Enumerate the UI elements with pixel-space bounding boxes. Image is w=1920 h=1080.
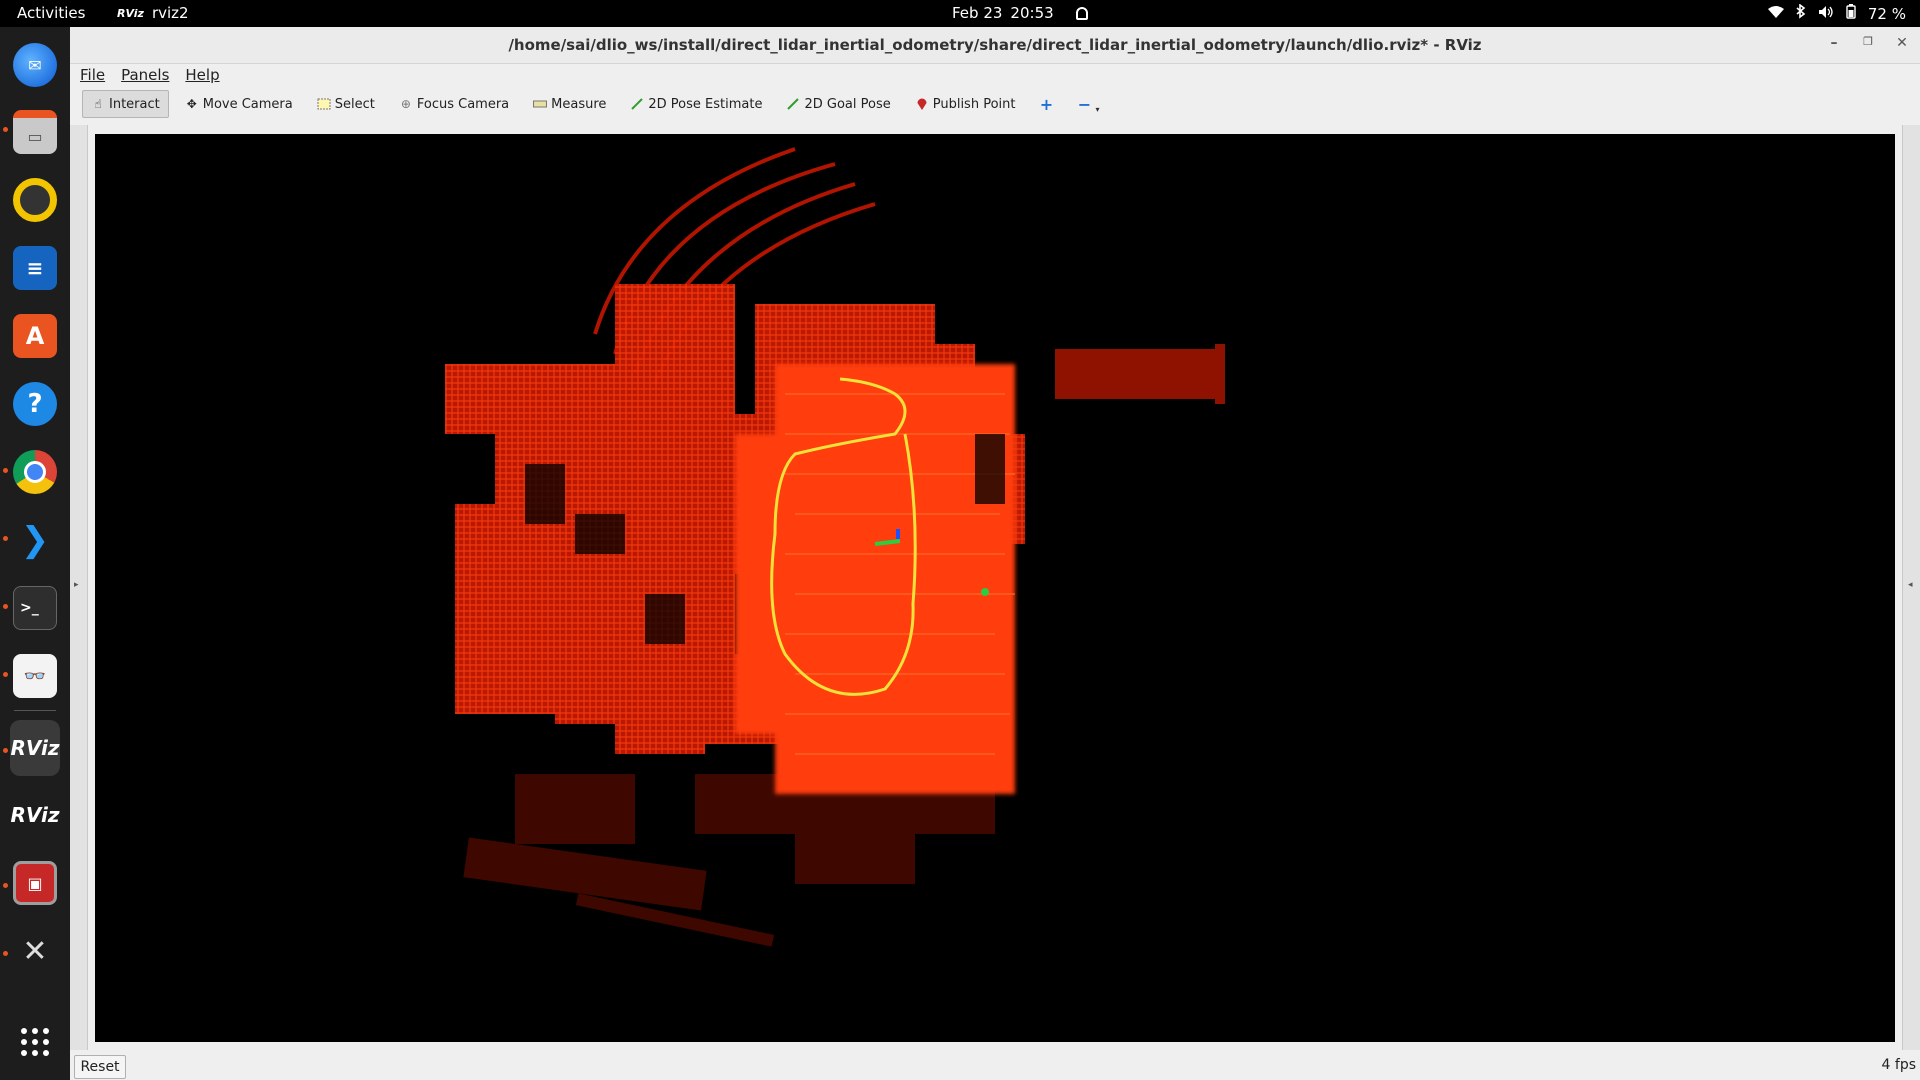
fps-readout: 4 fps [1881, 1057, 1916, 1073]
add-tool-button[interactable]: + [1031, 90, 1061, 118]
pointcloud-map [445, 147, 1225, 947]
tools-icon: ✕ [22, 933, 48, 969]
document-viewer-icon: 👓 [13, 654, 57, 698]
app-center-icon: A [13, 314, 57, 358]
focus-camera-label: Focus Camera [416, 96, 510, 112]
tool-bar: ☝ Interact ✥ Move Camera Select ⊕ Focus … [70, 87, 1920, 121]
rhythmbox-icon [13, 178, 57, 222]
publish-point-label: Publish Point [932, 96, 1016, 112]
publish-point-tool-button[interactable]: Publish Point [907, 90, 1024, 118]
rviz-mini-icon: RViz [117, 6, 144, 20]
writer-icon: ≡ [13, 246, 57, 290]
pose-estimate-tool-button[interactable]: 2D Pose Estimate [622, 90, 770, 118]
pose-estimate-label: 2D Pose Estimate [648, 96, 763, 112]
ruler-icon [533, 97, 548, 111]
grid-icon [13, 1020, 57, 1064]
clock-time: 20:53 [1010, 4, 1054, 22]
maximize-icon[interactable]: ❐ [1858, 35, 1878, 48]
menu-file[interactable]: File [80, 66, 105, 84]
select-label: Select [334, 96, 375, 112]
clock[interactable]: Feb 23 20:53 [952, 4, 1088, 22]
reset-button[interactable]: Reset [74, 1055, 126, 1079]
app-menu-label: rviz2 [151, 4, 189, 22]
dock-document-viewer[interactable]: 👓 [10, 651, 60, 701]
menu-help[interactable]: Help [185, 66, 219, 84]
dock-tools[interactable]: ✕ [10, 926, 60, 976]
clock-date: Feb 23 [952, 4, 1003, 22]
move-arrows-icon: ✥ [186, 97, 197, 111]
dock-rviz[interactable]: RViz [10, 790, 60, 840]
thunderbird-icon: ✉ [13, 43, 57, 87]
dropdown-arrow-icon: ▾ [1095, 104, 1100, 114]
bluetooth-icon [1796, 3, 1806, 23]
dock-thunderbird[interactable]: ✉ [10, 40, 60, 90]
move-camera-tool-button[interactable]: ✥ Move Camera [177, 90, 301, 118]
map-pin-icon [915, 97, 929, 111]
status-bar: Reset 4 fps [70, 1052, 1920, 1080]
system-tray[interactable]: 72 % [1767, 3, 1906, 23]
green-arrow-icon [786, 97, 800, 111]
goal-pose-label: 2D Goal Pose [804, 96, 891, 112]
plus-icon: + [1039, 94, 1054, 114]
volume-icon [1818, 5, 1834, 23]
left-dock-collapse-handle[interactable]: ▸ [70, 125, 88, 1050]
focus-camera-tool-button[interactable]: ⊕ Focus Camera [391, 90, 517, 118]
expand-left-icon: ▸ [74, 580, 79, 590]
dock-help[interactable]: ? [10, 379, 60, 429]
title-bar[interactable]: /home/sai/dlio_ws/install/direct_lidar_i… [70, 27, 1920, 64]
measure-tool-button[interactable]: Measure [525, 90, 614, 118]
hand-icon: ☝ [94, 97, 102, 111]
notification-bell-icon [1075, 6, 1088, 20]
rviz-window: /home/sai/dlio_ws/install/direct_lidar_i… [70, 27, 1920, 1080]
remove-tool-button[interactable]: − ▾ [1069, 90, 1107, 118]
show-apps-button[interactable] [10, 1017, 60, 1067]
top-bar: Activities RViz rviz2 Feb 23 20:53 72 % [0, 0, 1920, 27]
help-icon: ? [13, 382, 57, 426]
window-title: /home/sai/dlio_ws/install/direct_lidar_i… [508, 36, 1482, 54]
wifi-icon [1767, 5, 1784, 23]
rviz-icon: RViz [10, 736, 60, 760]
chrome-icon [13, 450, 57, 494]
move-camera-label: Move Camera [202, 96, 293, 112]
green-arrow-icon [630, 97, 644, 111]
select-tool-button[interactable]: Select [309, 90, 383, 118]
dock-rviz-active[interactable]: RViz [10, 720, 60, 776]
render-viewport[interactable] [95, 134, 1895, 1042]
dock-rhythmbox[interactable] [10, 175, 60, 225]
close-icon[interactable]: ✕ [1892, 35, 1912, 51]
activities-button[interactable]: Activities [17, 4, 85, 22]
terminal-icon: >_ [13, 586, 57, 630]
app-menu[interactable]: RViz rviz2 [117, 4, 189, 22]
measure-label: Measure [551, 96, 607, 112]
battery-percentage: 72 % [1867, 4, 1906, 23]
rviz-icon: RViz [10, 803, 60, 827]
dock-app-red[interactable]: ▣ [10, 858, 60, 908]
interact-tool-button[interactable]: ☝ Interact [82, 90, 169, 118]
files-icon: ▭ [13, 110, 57, 154]
goal-pose-tool-button[interactable]: 2D Goal Pose [778, 90, 898, 118]
minus-icon: − [1077, 94, 1092, 114]
dock-files[interactable]: ▭ [10, 107, 60, 157]
menu-panels[interactable]: Panels [121, 66, 169, 84]
dock: ✉ ▭ ≡ A ? ❯ >_ 👓 RViz RViz ▣ ✕ [0, 27, 70, 1080]
dock-app-center[interactable]: A [10, 311, 60, 361]
right-dock-collapse-handle[interactable]: ◂ [1902, 125, 1920, 1050]
battery-icon [1846, 4, 1856, 23]
expand-right-icon: ◂ [1908, 580, 1913, 590]
minimize-icon[interactable]: – [1824, 35, 1844, 51]
dock-terminal[interactable]: >_ [10, 583, 60, 633]
select-box-icon [317, 97, 331, 111]
focus-crosshair-icon: ⊕ [400, 97, 411, 111]
app-red-icon: ▣ [13, 861, 57, 905]
vscode-icon: ❯ [20, 520, 50, 560]
dock-vscode[interactable]: ❯ [10, 515, 60, 565]
interact-label: Interact [109, 96, 160, 112]
menu-bar: File Panels Help [70, 64, 1920, 86]
dock-chrome[interactable] [10, 447, 60, 497]
dock-writer[interactable]: ≡ [10, 243, 60, 293]
